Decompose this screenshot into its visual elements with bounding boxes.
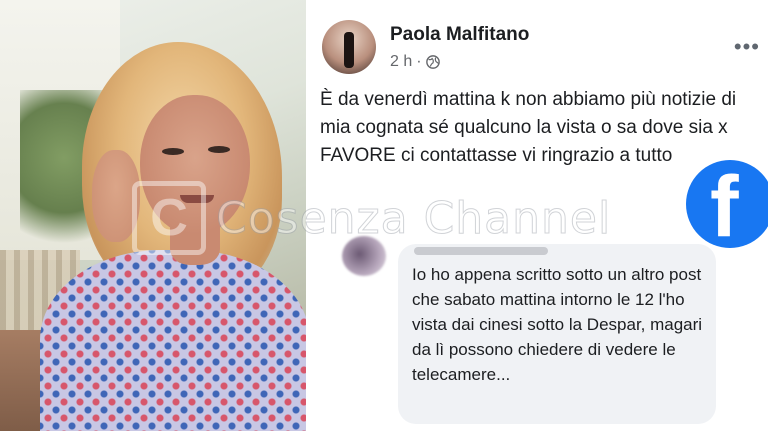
photo-hand: [92, 150, 140, 242]
photo-mouth: [180, 195, 214, 203]
profile-photo: [0, 0, 306, 431]
more-options-icon[interactable]: •••: [734, 36, 760, 58]
photo-eye-right: [208, 146, 230, 153]
post-time[interactable]: 2 h: [390, 53, 412, 71]
meta-separator: ·: [416, 53, 422, 70]
photo-face: [140, 95, 250, 235]
comment-author-redacted: [414, 247, 548, 255]
photo-dress: [40, 250, 306, 431]
facebook-logo-letter: f: [710, 160, 739, 250]
post-meta: 2 h ·: [390, 53, 440, 71]
comment-avatar[interactable]: [342, 236, 386, 276]
facebook-icon: f: [686, 160, 768, 250]
post-text: È da venerdì mattina k non abbiamo più n…: [320, 89, 737, 166]
avatar[interactable]: [322, 20, 376, 74]
facebook-post: Paola Malfitano 2 h · ••• È da venerdì m…: [306, 0, 768, 431]
author-name[interactable]: Paola Malfitano: [390, 24, 529, 46]
globe-icon: [425, 55, 440, 69]
comment-text: Io ho appena scritto sotto un altro post…: [412, 265, 703, 384]
photo-eye-left: [162, 148, 184, 155]
